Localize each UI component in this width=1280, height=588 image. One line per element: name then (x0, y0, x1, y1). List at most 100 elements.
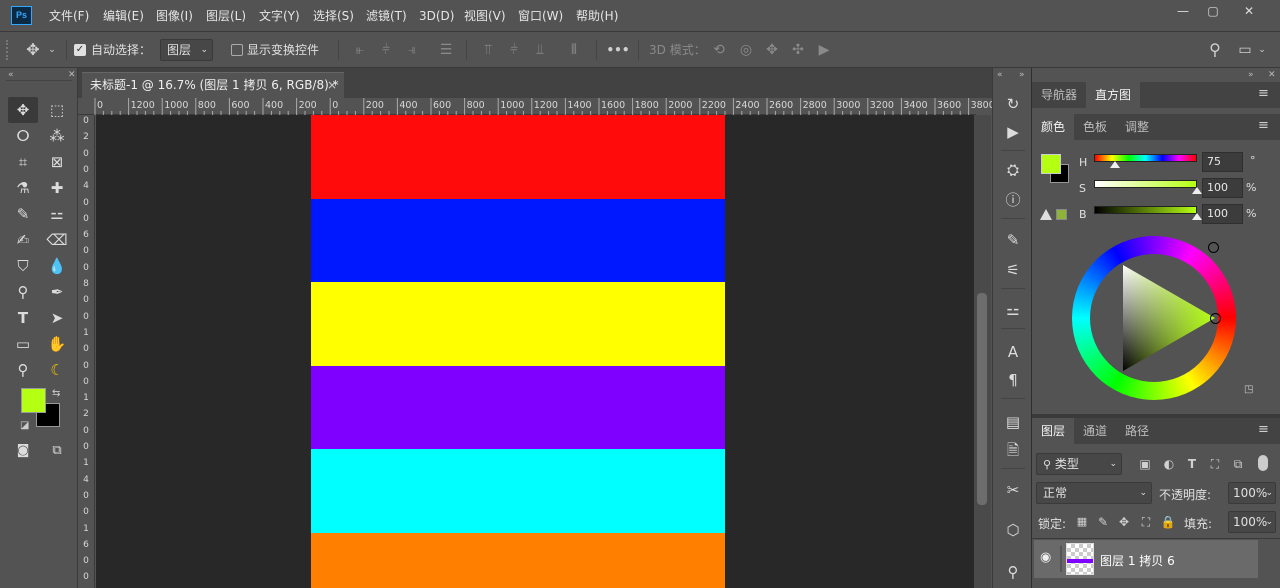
warning-icon[interactable] (1040, 209, 1052, 220)
canvas-area[interactable] (96, 115, 974, 588)
search-icon[interactable]: ⚲ (1204, 40, 1226, 60)
move-tool-icon[interactable]: ✥ (8, 97, 38, 123)
saturation-input[interactable]: 100 (1202, 178, 1243, 198)
align-top-icon[interactable]: ⫪ (478, 40, 498, 60)
distribute-h-icon[interactable]: ⦀ (564, 40, 584, 60)
layer-thumbnail[interactable] (1066, 543, 1094, 575)
crop-tool-icon[interactable]: ⌗ (8, 149, 38, 175)
saturation-slider-thumb[interactable] (1192, 187, 1202, 194)
brush-tool-icon[interactable]: ✎ (8, 201, 38, 227)
brightness-slider[interactable] (1094, 206, 1197, 214)
menu-help[interactable]: 帮助(H) (576, 0, 618, 32)
hue-ring-marker[interactable] (1208, 242, 1219, 253)
auto-select-target-select[interactable]: 图层 ⌄ (160, 39, 213, 61)
lasso-tool-icon[interactable]: ⵔ (8, 123, 38, 149)
menu-edit[interactable]: 编辑(E) (103, 0, 144, 32)
healing-brush-tool-icon[interactable]: ✚ (42, 175, 72, 201)
tab-channels[interactable]: 通道 (1074, 418, 1116, 444)
document-tab[interactable]: 未标题-1 @ 16.7% (图层 1 拷贝 6, RGB/8) * × (82, 72, 344, 98)
color-panel-foreground-swatch[interactable] (1041, 154, 1061, 174)
3d-pan-icon[interactable]: ✥ (761, 40, 783, 60)
fill-input[interactable]: 100% ⌄ (1228, 511, 1276, 533)
horizontal-ruler[interactable]: 0 1200 1000 800 600 400 200 0 200 400 600 800 1000 12… (78, 98, 995, 115)
more-options-button[interactable]: ••• (606, 40, 630, 60)
quick-mask-icon[interactable]: ◙ (8, 438, 38, 464)
swap-colors-icon[interactable]: ⇆ (52, 388, 60, 399)
collapse-icon[interactable]: « (8, 70, 14, 80)
filter-pixel-icon[interactable]: ▣ (1136, 454, 1154, 474)
panel-menu-icon[interactable]: ≡ (1258, 118, 1269, 133)
clone-source-icon[interactable]: ⚍ (993, 296, 1033, 324)
auto-select-checkbox[interactable]: ✓ (74, 44, 86, 56)
menu-layer[interactable]: 图层(L) (206, 0, 246, 32)
default-colors-icon[interactable]: ◪ (20, 420, 29, 431)
lock-artboard-icon[interactable]: ⛶ (1138, 512, 1154, 532)
actions-panel-icon[interactable]: ▶ (993, 118, 1033, 146)
align-left-icon[interactable]: ⫦ (350, 40, 370, 60)
close-window-button[interactable]: ✕ (1234, 0, 1264, 24)
eyedropper-tool-icon[interactable]: ⚗ (8, 175, 38, 201)
history-brush-tool-icon[interactable]: ✍ (8, 227, 38, 253)
brightness-slider-thumb[interactable] (1192, 213, 1202, 220)
align-middle-v-icon[interactable]: ⫩ (504, 40, 524, 60)
align-right-icon[interactable]: ⫣ (402, 40, 422, 60)
layer-row-next[interactable] (1034, 580, 1258, 588)
close-panel-icon[interactable]: ✕ (1268, 70, 1276, 80)
history-panel-icon[interactable]: ↻ (993, 90, 1033, 118)
notes-panel-icon[interactable]: 🗎 (993, 436, 1033, 464)
tab-adjustments[interactable]: 调整 (1116, 114, 1158, 140)
chevron-down-icon[interactable]: ⌄ (46, 40, 58, 60)
tools-grip[interactable] (6, 80, 72, 84)
3d-camera-icon[interactable]: ▶ (813, 40, 835, 60)
hue-slider-thumb[interactable] (1110, 161, 1121, 168)
tab-layers[interactable]: 图层 (1032, 418, 1075, 444)
panel-menu-icon[interactable]: ≡ (1258, 86, 1269, 101)
foreground-color-swatch[interactable] (21, 388, 46, 413)
menu-view[interactable]: 视图(V) (464, 0, 506, 32)
zoom-tool-icon[interactable]: ⚲ (8, 357, 38, 383)
eraser-tool-icon[interactable]: ⌫ (42, 227, 72, 253)
vertical-scroll-thumb[interactable] (977, 293, 987, 505)
minimize-button[interactable]: — (1168, 0, 1198, 24)
color-picker-marker[interactable] (1210, 313, 1221, 324)
filter-adjustment-icon[interactable]: ◐ (1160, 454, 1178, 474)
lock-position-icon[interactable]: ✥ (1116, 512, 1132, 532)
align-bottom-icon[interactable]: ⫫ (530, 40, 550, 60)
tab-paths[interactable]: 路径 (1116, 418, 1158, 444)
tab-histogram[interactable]: 直方图 (1086, 82, 1141, 108)
menu-window[interactable]: 窗口(W) (518, 0, 563, 32)
info-panel-icon[interactable]: ⓘ (993, 186, 1033, 214)
lock-all-icon[interactable]: 🔒 (1160, 512, 1176, 532)
expand-icon[interactable]: » (1019, 70, 1025, 80)
close-tab-button[interactable]: × (327, 73, 337, 97)
maximize-button[interactable]: ▢ (1198, 0, 1228, 24)
layer-name[interactable]: 图层 1 拷贝 6 (1100, 552, 1175, 569)
clone-stamp-tool-icon[interactable]: ⚍ (42, 201, 72, 227)
filter-shape-icon[interactable]: ⛶ (1206, 454, 1224, 474)
character-panel-icon[interactable]: A (993, 338, 1033, 366)
magic-wand-tool-icon[interactable]: ⁂ (42, 123, 72, 149)
vertical-ruler[interactable]: 0 2 0 0 4 0 0 6 0 0 8 0 0 1 0 0 0 1 2 0 0 1 4 0 0 1 6 0 0 (78, 115, 95, 588)
tool-presets-icon[interactable]: ✂ (993, 476, 1033, 504)
gamut-swatch[interactable] (1056, 209, 1067, 220)
tab-color[interactable]: 颜色 (1032, 114, 1075, 140)
saturation-slider[interactable] (1094, 180, 1197, 188)
banana-icon[interactable]: ☾ (42, 357, 72, 383)
filter-toggle-switch[interactable] (1258, 455, 1268, 471)
menu-file[interactable]: 文件(F) (49, 0, 89, 32)
blend-mode-select[interactable]: 正常 ⌄ (1036, 482, 1152, 504)
blur-tool-icon[interactable]: 💧 (42, 253, 72, 279)
menu-filter[interactable]: 滤镜(T) (366, 0, 407, 32)
frame-tool-icon[interactable]: ⊠ (42, 149, 72, 175)
brightness-input[interactable]: 100 (1202, 204, 1243, 224)
paint-bucket-tool-icon[interactable]: ⛉ (8, 253, 38, 279)
tab-navigator[interactable]: 导航器 (1032, 82, 1086, 108)
screen-mode-icon[interactable]: ⧉ (42, 438, 72, 464)
opacity-input[interactable]: 100% ⌄ (1228, 482, 1276, 504)
marquee-tool-icon[interactable]: ⬚ (42, 97, 72, 123)
lock-image-icon[interactable]: ✎ (1095, 512, 1111, 532)
chevron-down-icon[interactable]: ⌄ (1256, 40, 1268, 60)
3d-orbit-icon[interactable]: ⟲ (708, 40, 730, 60)
panel-menu-icon[interactable]: ≡ (1258, 422, 1269, 437)
saturation-brightness-triangle[interactable] (1090, 254, 1218, 382)
